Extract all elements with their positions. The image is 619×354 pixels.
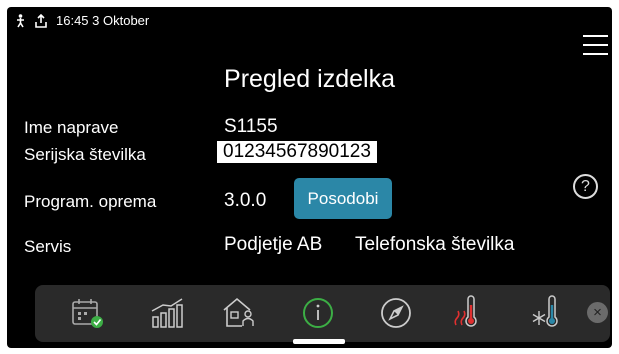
update-button[interactable]: Posodobi (294, 178, 392, 219)
software-label: Program. oprema (24, 192, 157, 211)
upload-icon (35, 13, 47, 28)
serial-number-label: Serijska številka (24, 145, 146, 164)
status-time: 16:45 3 Oktober (56, 13, 150, 28)
house-person-icon[interactable] (219, 295, 259, 331)
active-indicator (293, 339, 345, 344)
service-company: Podjetje AB (224, 234, 323, 255)
screen: 16:45 3 Oktober Pregled izdelka Ime napr… (7, 7, 612, 348)
person-icon (17, 13, 24, 27)
service-label: Servis (24, 237, 72, 256)
calendar-check-icon[interactable] (68, 295, 108, 331)
help-icon[interactable]: ? (573, 174, 598, 199)
menu-icon[interactable] (583, 35, 608, 57)
device-name-value: S1155 (224, 116, 278, 137)
bar-chart-icon[interactable] (148, 295, 188, 331)
heating-thermometer-icon[interactable] (449, 295, 489, 331)
software-version: 3.0.0 (224, 190, 267, 211)
bottom-dock: × (35, 285, 610, 344)
service-phone: Telefonska številka (355, 234, 515, 255)
info-icon[interactable] (298, 295, 338, 331)
compass-icon[interactable] (376, 295, 416, 331)
status-bar: 16:45 3 Oktober (15, 13, 149, 28)
serial-number-value: 01234567890123 (217, 141, 377, 163)
page-title: Pregled izdelka (224, 65, 395, 93)
device-name-label: Ime naprave (24, 118, 119, 137)
close-icon[interactable]: × (587, 302, 608, 323)
cooling-thermometer-icon[interactable] (528, 295, 568, 331)
